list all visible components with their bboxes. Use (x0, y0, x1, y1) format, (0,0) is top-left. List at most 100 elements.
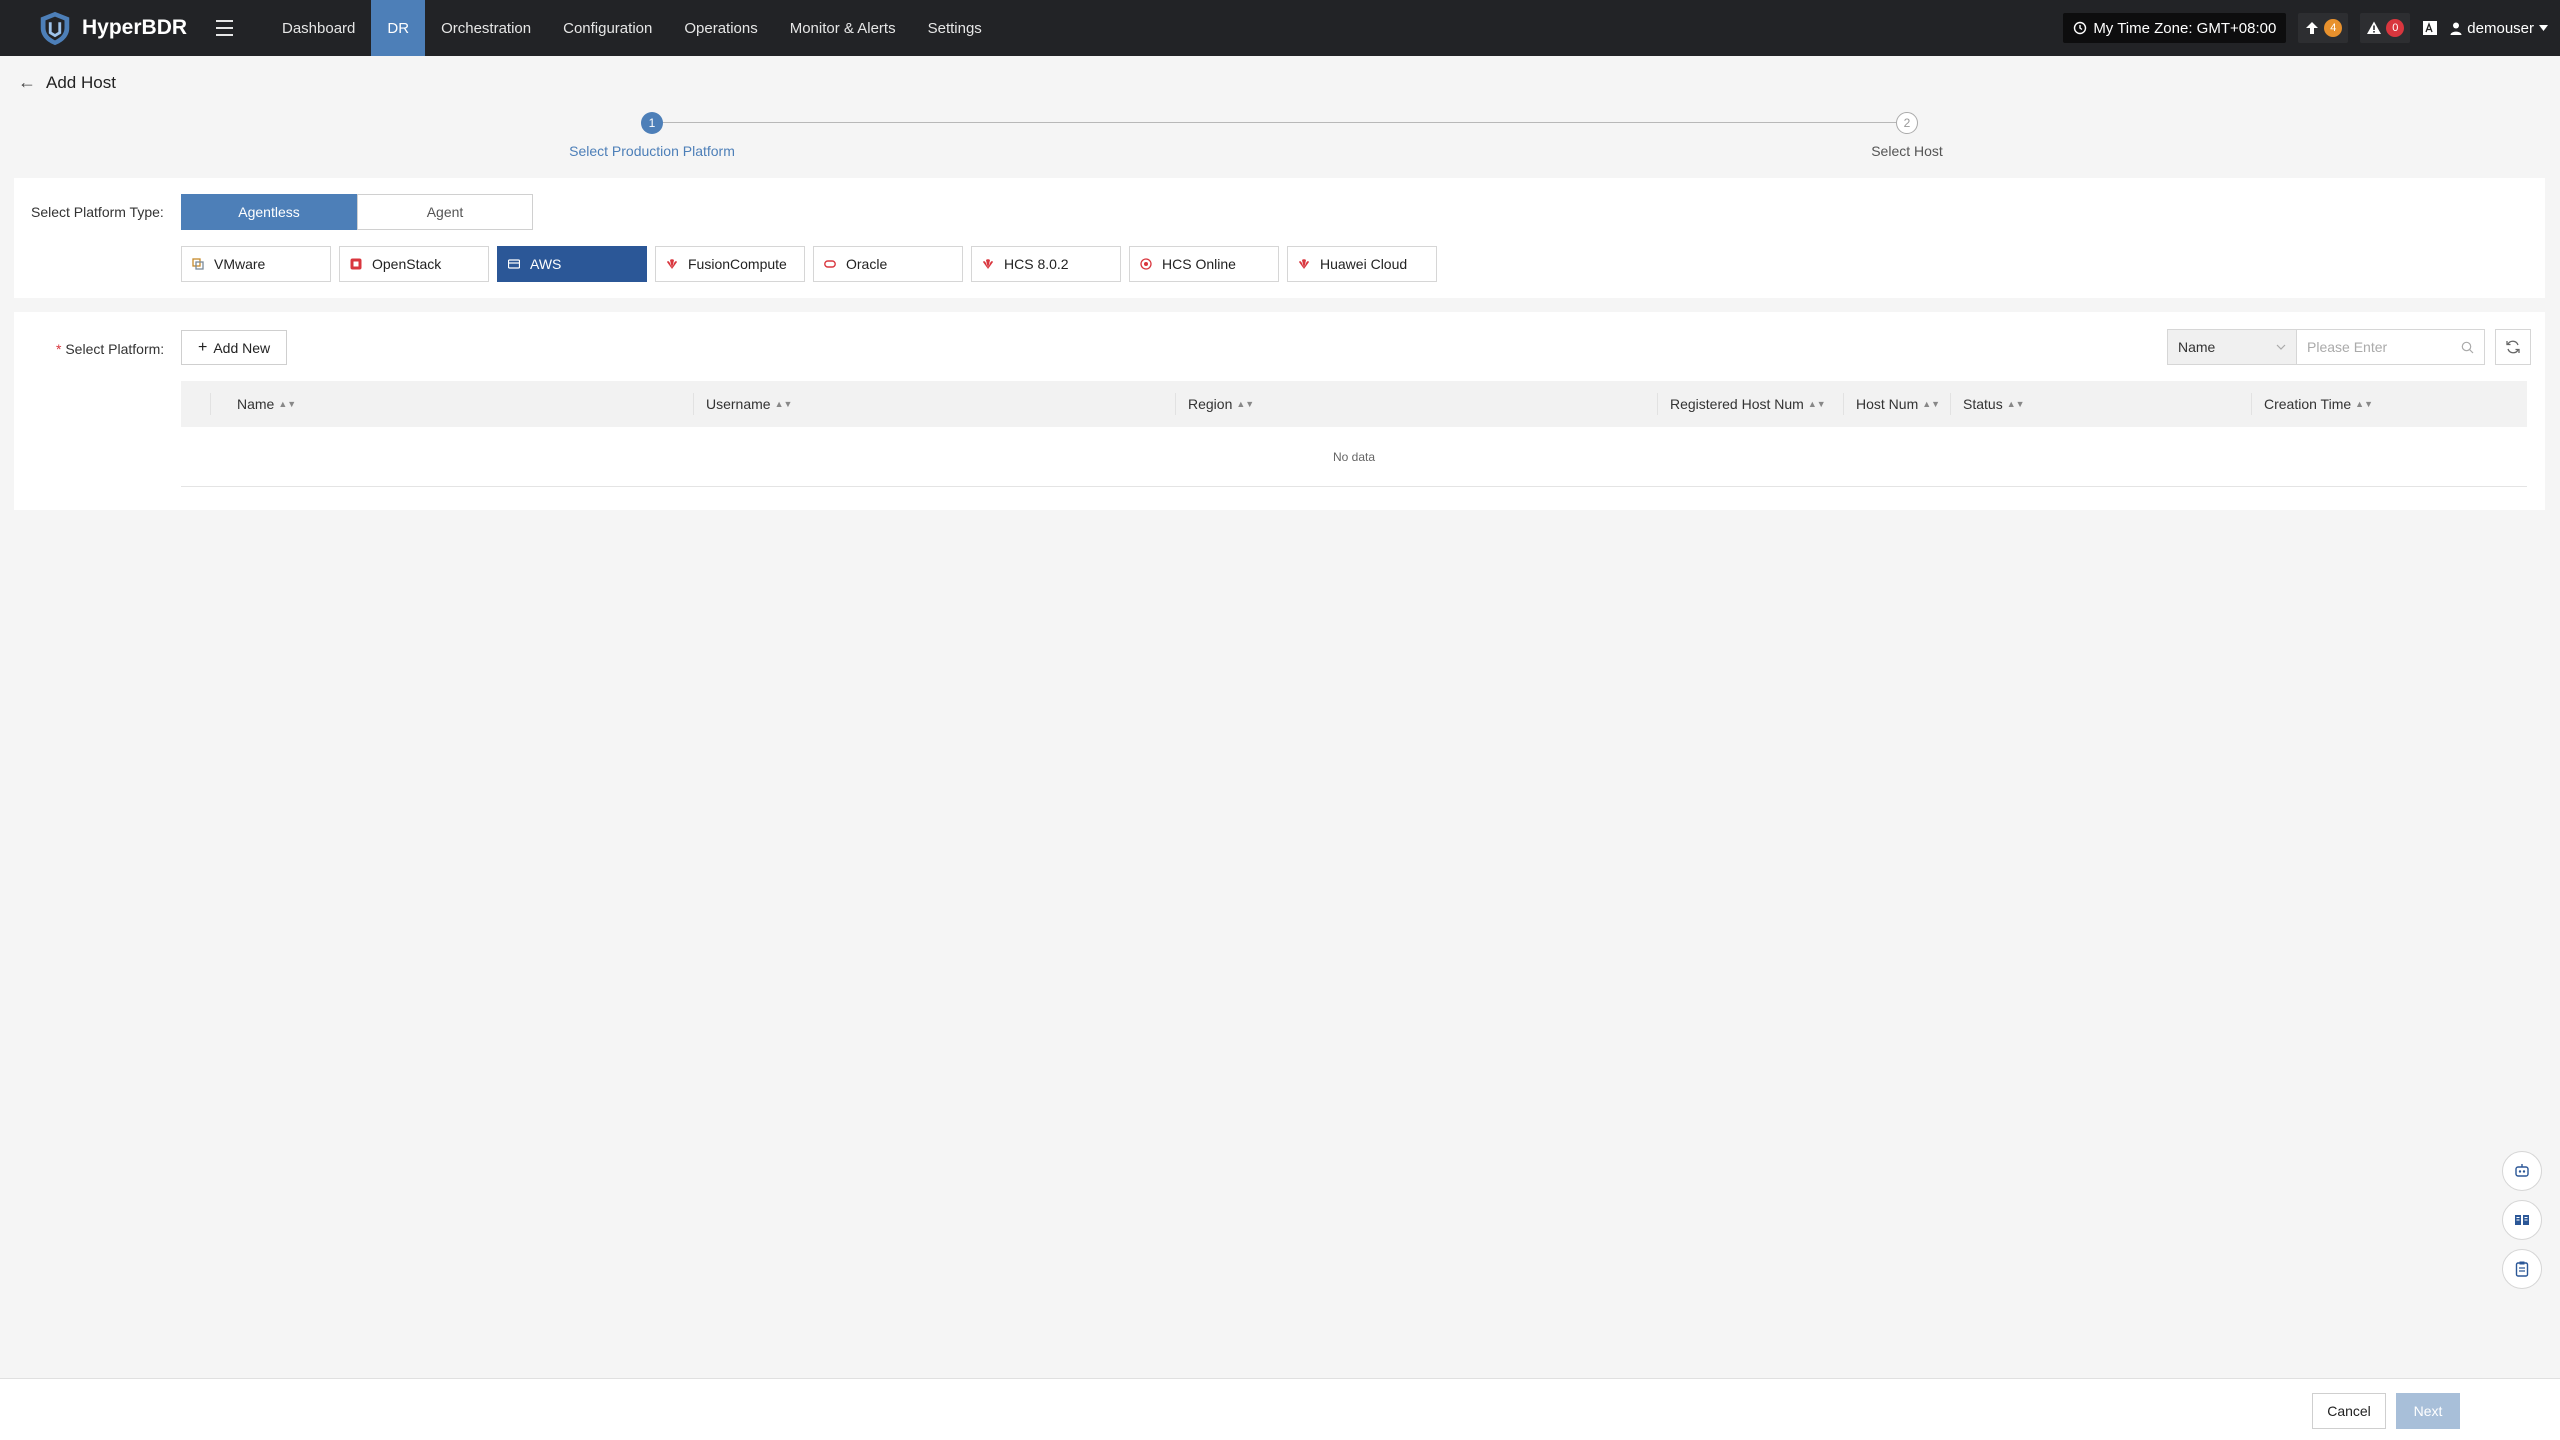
platform-label: OpenStack (372, 256, 442, 272)
column-header-status[interactable]: Status ▲▼ (1950, 381, 2251, 427)
sort-icon[interactable]: ▲▼ (2355, 399, 2373, 409)
column-header-registered-host-num[interactable]: Registered Host Num ▲▼ (1657, 381, 1843, 427)
language-icon[interactable] (2422, 20, 2438, 36)
nav-item-orchestration[interactable]: Orchestration (425, 0, 547, 56)
platform-label: HCS 8.0.2 (1004, 256, 1069, 272)
clipboard-icon (2515, 1261, 2529, 1277)
platform-options: VMware OpenStack AWS FusionCompute Oracl… (181, 246, 1437, 282)
platform-option-huawei-cloud[interactable]: Huawei Cloud (1287, 246, 1437, 282)
empty-state: No data (181, 427, 2527, 487)
search-placeholder: Please Enter (2307, 339, 2388, 355)
column-label: Region (1188, 396, 1233, 412)
cancel-button[interactable]: Cancel (2312, 1393, 2386, 1429)
step-connector (652, 122, 1906, 123)
platform-option-oracle[interactable]: Oracle (813, 246, 963, 282)
back-arrow-icon[interactable]: ← (18, 72, 36, 93)
openstack-icon (350, 258, 362, 270)
user-menu[interactable]: demouser (2450, 20, 2548, 37)
platform-list-card: * Select Platform: + Add New Name Please… (14, 312, 2545, 510)
search-group: Name Please Enter (2167, 329, 2485, 365)
platform-option-hcs-802[interactable]: HCS 8.0.2 (971, 246, 1121, 282)
search-field-select[interactable]: Name (2167, 329, 2297, 365)
clipboard-button[interactable] (2502, 1249, 2542, 1289)
platform-option-fusioncompute[interactable]: FusionCompute (655, 246, 805, 282)
sort-icon[interactable]: ▲▼ (1236, 399, 1254, 409)
next-button[interactable]: Next (2396, 1393, 2460, 1429)
add-new-button[interactable]: + Add New (181, 330, 288, 365)
page-title: Add Host (46, 72, 116, 92)
search-input[interactable]: Please Enter (2297, 329, 2485, 365)
vmware-icon (192, 258, 204, 270)
nav-item-dashboard[interactable]: Dashboard (266, 0, 371, 56)
sort-icon[interactable]: ▲▼ (2007, 399, 2025, 409)
platform-label: AWS (530, 256, 562, 272)
search-icon[interactable] (2461, 341, 2474, 354)
platform-type-card: Select Platform Type: Agentless Agent VM… (14, 178, 2545, 298)
platform-table: Name ▲▼ Username ▲▼ Region ▲▼ Registered Ho… (181, 381, 2527, 487)
refresh-icon (2506, 340, 2520, 354)
nav-item-configuration[interactable]: Configuration (547, 0, 668, 56)
brand-name: HyperBDR (82, 16, 188, 39)
column-header-username[interactable]: Username ▲▼ (693, 381, 1175, 427)
sort-icon[interactable]: ▲▼ (1808, 399, 1826, 409)
wizard-steps: 1 Select Production Platform 2 Select Ho… (0, 110, 2560, 170)
main-nav: Dashboard DR Orchestration Configuration… (266, 0, 998, 56)
huawei-icon (983, 259, 993, 269)
platform-option-openstack[interactable]: OpenStack (339, 246, 489, 282)
nav-item-operations[interactable]: Operations (668, 0, 773, 56)
upgrade-notifications[interactable]: 4 (2298, 13, 2349, 43)
username: demouser (2467, 19, 2534, 37)
sort-icon[interactable]: ▲▼ (1922, 399, 1940, 409)
refresh-button[interactable] (2495, 329, 2531, 365)
hcs-online-icon (1140, 258, 1152, 270)
column-header-creation-time[interactable]: Creation Time ▲▼ (2251, 381, 2527, 427)
platform-type-label: Select Platform Type: (31, 204, 164, 220)
required-mark: * (56, 341, 62, 357)
column-label: Host Num (1856, 396, 1919, 412)
timezone-indicator[interactable]: My Time Zone: GMT+08:00 (2063, 13, 2287, 43)
platform-label: Huawei Cloud (1320, 256, 1408, 272)
plus-icon: + (198, 338, 208, 356)
column-header-region[interactable]: Region ▲▼ (1175, 381, 1657, 427)
sort-icon[interactable]: ▲▼ (775, 399, 793, 409)
column-label: Username (706, 396, 771, 412)
platform-option-aws[interactable]: AWS (497, 246, 647, 282)
column-label: Registered Host Num (1670, 396, 1804, 412)
nav-item-monitor-alerts[interactable]: Monitor & Alerts (774, 0, 912, 56)
platform-option-hcs-online[interactable]: HCS Online (1129, 246, 1279, 282)
column-label: Creation Time (2264, 396, 2352, 412)
agent-option[interactable]: Agent (357, 194, 533, 230)
platform-type-toggle: Agentless Agent (181, 194, 533, 230)
agentless-option[interactable]: Agentless (181, 194, 357, 230)
brand[interactable]: HyperBDR (0, 0, 204, 56)
column-header-name[interactable]: Name ▲▼ (210, 381, 693, 427)
nav-item-dr[interactable]: DR (371, 0, 426, 56)
alert-count-badge: 0 (2386, 19, 2405, 37)
table-header: Name ▲▼ Username ▲▼ Region ▲▼ Registered Ho… (181, 381, 2527, 427)
chevron-down-icon (2276, 344, 2286, 350)
platform-label: VMware (214, 256, 266, 272)
upgrade-count-badge: 4 (2324, 19, 2343, 37)
hyperbdr-logo-icon (40, 11, 70, 46)
menu-toggle-icon[interactable] (216, 0, 242, 56)
selection-column-header (181, 381, 210, 427)
book-icon (2515, 1215, 2529, 1225)
timezone-text: My Time Zone: GMT+08:00 (2093, 19, 2277, 37)
huawei-icon (1299, 259, 1309, 269)
platform-label: FusionCompute (688, 256, 787, 272)
clock-icon (2074, 21, 2087, 35)
platform-option-vmware[interactable]: VMware (181, 246, 331, 282)
column-header-host-num[interactable]: Host Num ▲▼ (1843, 381, 1950, 427)
page-header: ← Add Host (18, 72, 116, 93)
nav-item-settings[interactable]: Settings (912, 0, 998, 56)
user-icon (2450, 22, 2462, 35)
step-1-label: Select Production Platform (569, 143, 735, 159)
sort-icon[interactable]: ▲▼ (278, 399, 296, 409)
arrow-up-icon (2306, 22, 2319, 34)
robot-icon (2515, 1164, 2529, 1177)
alert-notifications[interactable]: 0 (2360, 13, 2411, 43)
robot-assistant-button[interactable] (2502, 1151, 2542, 1191)
top-nav-bar: HyperBDR Dashboard DR Orchestration Conf… (0, 0, 2560, 56)
step-1-indicator: 1 (641, 112, 663, 134)
docs-button[interactable] (2502, 1200, 2542, 1240)
